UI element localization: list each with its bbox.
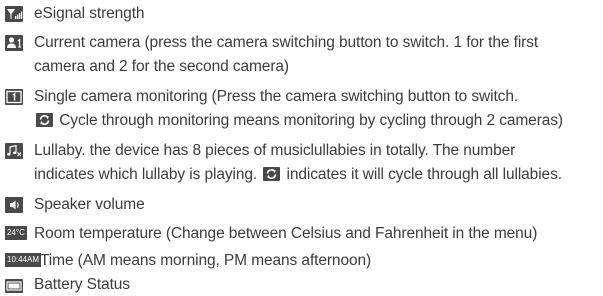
room-temperature-description: Room temperature (Change between Celsius… xyxy=(34,225,538,242)
current-camera-description-line1: Current camera (press the camera switchi… xyxy=(34,34,539,51)
battery-status-description: Battery Status xyxy=(34,276,130,293)
speaker-icon xyxy=(5,197,23,213)
signal-icon xyxy=(5,6,23,22)
time-description: Time (AM means morning, PM means afterno… xyxy=(40,252,372,269)
camera-number-icon xyxy=(5,35,23,51)
single-monitor-icon xyxy=(5,89,23,105)
battery-icon xyxy=(5,279,23,293)
lullaby-indicates-text: indicates which lullaby is playing. xyxy=(34,166,258,183)
lullaby-icon xyxy=(5,143,23,159)
speaker-volume-description: Speaker volume xyxy=(34,196,145,213)
temperature-badge: 24°C xyxy=(5,226,27,240)
lullaby-description-line1: Lullaby. the device has 8 pieces of musi… xyxy=(34,142,516,159)
icon-legend: eSignal strength Current camera (press t… xyxy=(0,0,603,295)
lullaby-cycle-text: indicates it will cycle through all lull… xyxy=(286,166,563,183)
cycle-icon xyxy=(263,167,281,181)
single-monitoring-description-line2: Cycle through monitoring means monitorin… xyxy=(34,109,563,132)
signal-description: eSignal strength xyxy=(34,5,145,22)
lullaby-description-line2: indicates which lullaby is playing. indi… xyxy=(34,163,562,186)
single-monitoring-description-line1: Single camera monitoring (Press the came… xyxy=(34,88,519,105)
current-camera-description-line2: camera and 2 for the second camera) xyxy=(34,58,289,75)
cycle-icon xyxy=(36,113,53,127)
cycle-monitoring-text: Cycle through monitoring means monitorin… xyxy=(59,112,563,129)
time-badge: 10:44AM xyxy=(5,253,42,267)
